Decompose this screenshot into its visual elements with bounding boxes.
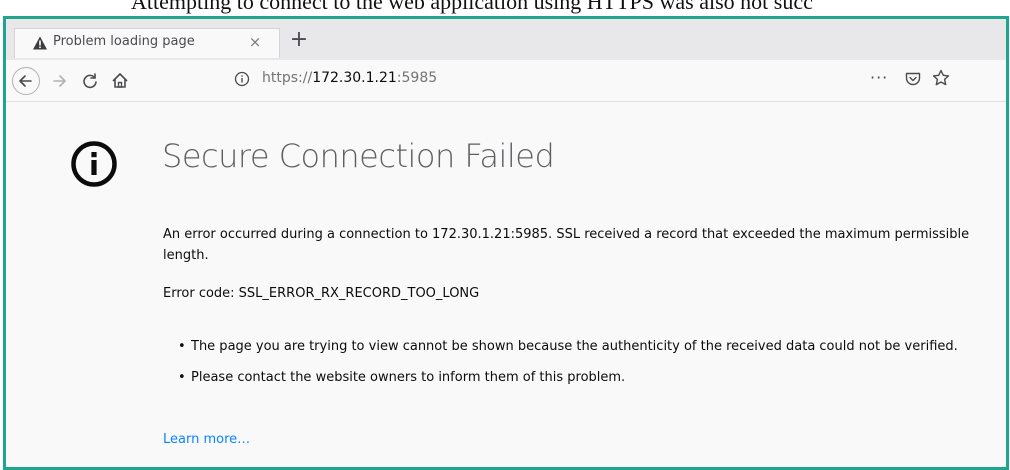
url-scheme: https:// (262, 70, 313, 86)
navigation-toolbar: https://172.30.1.21:5985 ··· (6, 60, 1006, 102)
pocket-icon[interactable] (904, 70, 922, 88)
bookmark-star-icon[interactable] (931, 68, 951, 88)
learn-more-link[interactable]: Learn more… (163, 432, 250, 447)
url-text[interactable]: https://172.30.1.21:5985 (262, 70, 437, 86)
back-arrow-icon (19, 75, 32, 87)
tab-problem-loading[interactable]: Problem loading page × (14, 28, 280, 58)
new-tab-button[interactable]: + (287, 29, 311, 53)
reload-icon (83, 73, 97, 89)
error-description: An error occurred during a connection to… (163, 227, 970, 263)
error-code: Error code: SSL_ERROR_RX_RECORD_TOO_LONG (163, 286, 480, 301)
error-suggestions: The page you are trying to view cannot b… (163, 336, 1003, 398)
reload-button[interactable] (76, 67, 104, 95)
error-page: Secure Connection Failed An error occurr… (6, 102, 1006, 467)
info-circle-icon (70, 140, 118, 188)
url-host: 172.30.1.21 (312, 70, 397, 86)
home-icon (112, 73, 128, 88)
list-item: Please contact the website owners to inf… (178, 367, 1003, 388)
home-button[interactable] (106, 67, 134, 95)
tab-strip: Problem loading page × + (6, 19, 1006, 60)
error-title: Secure Connection Failed (162, 137, 555, 175)
browser-window: Problem loading page × + https://172.30.… (3, 16, 1009, 470)
page-actions-menu-icon[interactable]: ··· (870, 68, 888, 87)
address-bar[interactable]: https://172.30.1.21:5985 ··· (234, 64, 974, 96)
back-button[interactable] (12, 67, 40, 95)
caption-text: Attempting to connect to the web applica… (131, 0, 813, 14)
close-tab-icon[interactable]: × (245, 32, 265, 52)
tab-title: Problem loading page (53, 34, 195, 49)
url-port: :5985 (396, 70, 438, 86)
site-info-icon[interactable] (234, 71, 250, 87)
forward-button[interactable] (46, 67, 74, 95)
warning-triangle-icon (32, 35, 48, 51)
forward-arrow-icon (53, 75, 66, 87)
list-item: The page you are trying to view cannot b… (178, 336, 1003, 357)
